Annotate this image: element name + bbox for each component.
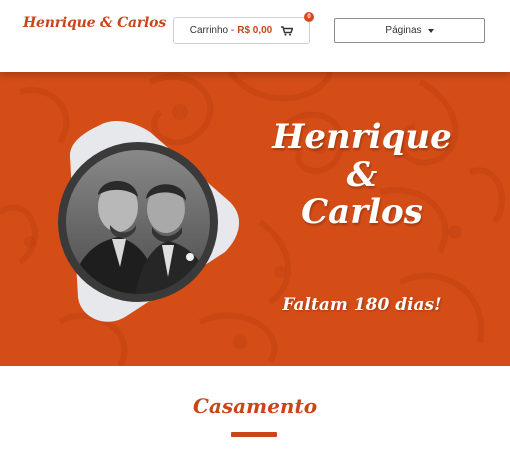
- cart-label: Carrinho -: [189, 25, 235, 36]
- pages-dropdown-label: Páginas: [385, 25, 422, 36]
- hero-name-2: Carlos: [301, 192, 423, 233]
- cart-total: R$ 0,00: [237, 25, 273, 36]
- cart-button[interactable]: Carrinho - R$ 0,00: [173, 17, 310, 44]
- couple-photo-frame: [40, 117, 245, 327]
- hero-ampersand: &: [346, 154, 378, 195]
- caret-down-icon: [427, 28, 434, 33]
- hero-name-1: Henrique: [272, 117, 452, 157]
- section-title: Casamento: [192, 394, 318, 418]
- hero-banner: Henrique & Carlos Faltam 180 dias!: [0, 72, 510, 366]
- cart-count-badge: 0: [304, 12, 314, 22]
- couple-photo: [58, 121, 240, 322]
- section-title-underline: [231, 432, 277, 437]
- shopping-cart-icon: [281, 25, 294, 36]
- couple-names-heading: Henrique & Carlos: [262, 117, 462, 233]
- brand-logo-link[interactable]: Henrique & Carlos: [23, 15, 166, 31]
- top-navbar: Henrique & Carlos Carrinho - R$ 0,00 0 P…: [0, 0, 510, 72]
- wedding-countdown: Faltam 180 dias!: [282, 295, 442, 315]
- pages-dropdown-button[interactable]: Páginas: [334, 18, 485, 43]
